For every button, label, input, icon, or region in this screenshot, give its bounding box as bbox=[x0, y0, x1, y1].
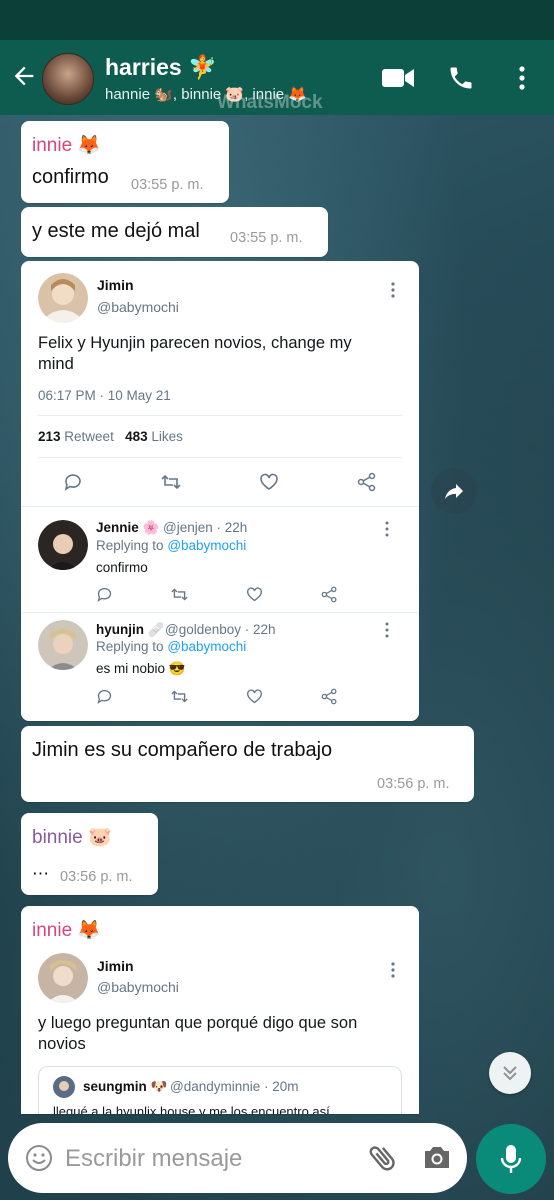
reply-more-icon bbox=[385, 521, 389, 537]
divider bbox=[38, 415, 402, 416]
group-avatar[interactable] bbox=[42, 53, 94, 105]
tweet-text: y luego preguntan que porqué digo que so… bbox=[38, 1014, 358, 1053]
tweet-author-name: Jimin bbox=[97, 958, 134, 974]
reply-icon bbox=[64, 474, 81, 491]
reply-icon bbox=[97, 689, 112, 704]
quoted-tweet-text: llegué a la hyunlix house y me los encue… bbox=[53, 1104, 330, 1114]
scroll-to-bottom-button[interactable] bbox=[489, 1052, 531, 1094]
replying-to: Replying to @babymochi bbox=[96, 639, 246, 654]
message-bubble[interactable]: Jimin es su compañero de trabajo 03:56 p… bbox=[21, 726, 474, 802]
mic-button[interactable] bbox=[476, 1124, 546, 1194]
back-arrow-icon[interactable] bbox=[10, 62, 38, 90]
divider bbox=[38, 457, 402, 458]
message-bubble[interactable]: y este me dejó mal 03:55 p. m. bbox=[21, 207, 328, 257]
sender-name: innie 🦊 bbox=[32, 920, 102, 941]
divider bbox=[21, 612, 419, 613]
status-bar bbox=[0, 0, 554, 40]
message-time: 03:56 p. m. bbox=[377, 776, 450, 792]
quoted-tweet: seungmin 🐶 @dandyminnie · 20m llegué a l… bbox=[38, 1066, 402, 1114]
tweet-stats: 213 Retweet 483 Likes bbox=[38, 429, 183, 444]
replying-to-handle: @babymochi bbox=[167, 538, 247, 553]
tweet-author-handle: @babymochi bbox=[97, 299, 179, 315]
message-bubble[interactable]: innie 🦊 confirmo 03:55 p. m. bbox=[21, 121, 229, 203]
retweet-label: Retweet bbox=[64, 429, 114, 444]
tweet-more-icon bbox=[391, 962, 395, 978]
message-text: Jimin es su compañero de trabajo bbox=[32, 739, 333, 761]
camera-icon[interactable] bbox=[422, 1143, 452, 1171]
message-bubble[interactable]: binnie 🐷 ⋯ 03:56 p. m. bbox=[21, 813, 158, 895]
replying-to-label: Replying to bbox=[96, 639, 164, 654]
voice-call-icon[interactable] bbox=[446, 64, 476, 92]
emoji-icon[interactable] bbox=[25, 1144, 53, 1172]
like-icon bbox=[247, 689, 262, 704]
message-text: y este me dejó mal bbox=[32, 220, 200, 242]
watermark: WhatsMock bbox=[217, 92, 323, 113]
share-icon bbox=[321, 586, 337, 603]
likes-count: 483 bbox=[125, 429, 148, 444]
reply-author-name: hyunjin 🩹 bbox=[96, 622, 165, 637]
like-icon bbox=[260, 473, 278, 490]
mic-icon bbox=[500, 1145, 522, 1173]
chat-title[interactable]: harries 🧚 bbox=[105, 54, 217, 81]
more-options-icon[interactable] bbox=[512, 64, 532, 92]
reply-more-icon bbox=[385, 622, 389, 638]
tweet-datetime: 06:17 PM · 10 May 21 bbox=[38, 388, 171, 403]
message-text: confirmo bbox=[32, 166, 109, 188]
tweet-text: Felix y Hyunjin parecen novios, change m… bbox=[38, 334, 352, 373]
tweet-image-message[interactable]: innie 🦊 Jimin @babymochi y luego pregunt… bbox=[21, 906, 419, 1114]
reply-author-handle: @goldenboy · 22h bbox=[165, 622, 276, 637]
tweet-author-handle: @babymochi bbox=[97, 979, 179, 995]
tweet-author-name: Jimin bbox=[97, 277, 134, 293]
share-icon bbox=[321, 688, 337, 705]
message-time: 03:55 p. m. bbox=[230, 230, 303, 246]
quoted-author-name: seungmin 🐶 bbox=[83, 1079, 168, 1094]
like-icon bbox=[247, 587, 262, 602]
message-text: ⋯ bbox=[32, 864, 49, 883]
reply-text: confirmo bbox=[96, 560, 148, 575]
reply-author-name: Jennie 🌸 bbox=[96, 520, 160, 535]
reply-avatar bbox=[38, 620, 88, 670]
reply-author-handle: @jenjen · 22h bbox=[163, 520, 248, 535]
retweet-icon bbox=[161, 474, 181, 490]
divider bbox=[21, 506, 419, 507]
tweet-author-avatar bbox=[38, 273, 88, 323]
retweet-count: 213 bbox=[38, 429, 61, 444]
replying-to-label: Replying to bbox=[96, 538, 164, 553]
reply-avatar bbox=[38, 520, 88, 570]
sender-name: innie 🦊 bbox=[32, 135, 102, 156]
replying-to: Replying to @babymochi bbox=[96, 538, 246, 553]
tweet-author-avatar bbox=[38, 953, 88, 1003]
video-call-icon[interactable] bbox=[381, 64, 415, 92]
retweet-icon bbox=[171, 690, 188, 703]
replying-to-handle: @babymochi bbox=[167, 639, 247, 654]
sender-name: binnie 🐷 bbox=[32, 827, 112, 848]
tweet-image-message[interactable]: Jimin @babymochi Felix y Hyunjin parecen… bbox=[21, 261, 419, 721]
forward-button[interactable] bbox=[431, 468, 477, 514]
likes-label: Likes bbox=[151, 429, 183, 444]
reply-text: es mi nobio 😎 bbox=[96, 661, 186, 676]
reply-icon bbox=[97, 587, 112, 602]
double-chevron-down-icon bbox=[503, 1066, 517, 1081]
share-icon bbox=[357, 472, 376, 492]
message-input-bar bbox=[8, 1123, 467, 1193]
chat-header: harries 🧚 hannie 🐿️, binnie 🐷, innie 🦊 W… bbox=[0, 40, 554, 116]
message-time: 03:56 p. m. bbox=[60, 869, 133, 885]
forward-icon bbox=[445, 484, 463, 499]
attach-icon[interactable] bbox=[366, 1141, 400, 1175]
tweet-more-icon bbox=[391, 282, 395, 298]
retweet-icon bbox=[171, 588, 188, 601]
message-input[interactable] bbox=[63, 1143, 327, 1175]
message-time: 03:55 p. m. bbox=[131, 177, 204, 193]
quoted-author-avatar bbox=[53, 1076, 75, 1098]
quoted-author-handle: @dandyminnie · 20m bbox=[170, 1079, 299, 1094]
